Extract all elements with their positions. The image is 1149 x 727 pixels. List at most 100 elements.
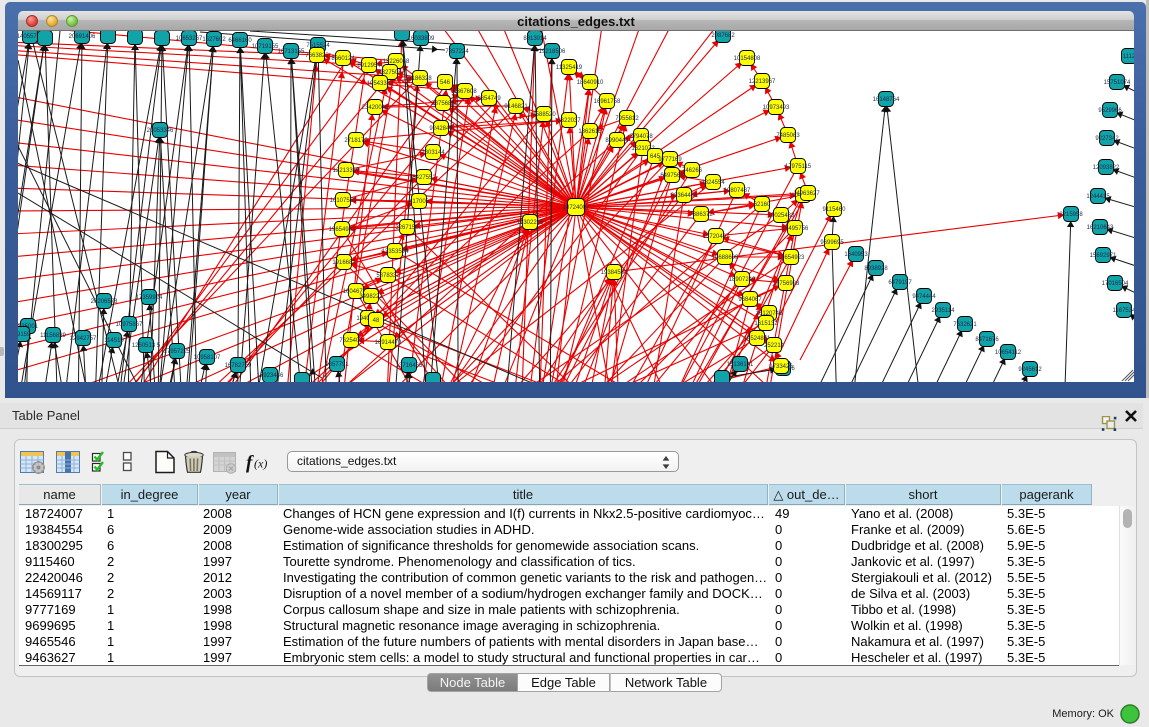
svg-text:8186328: 8186328	[408, 76, 432, 82]
svg-text:39159: 39159	[18, 332, 31, 338]
svg-text:10973493: 10973493	[763, 105, 790, 111]
svg-text:9474444: 9474444	[912, 294, 936, 300]
svg-text:2803144: 2803144	[421, 150, 445, 156]
svg-text:7955812: 7955812	[615, 116, 639, 122]
svg-text:11156829: 11156829	[40, 333, 66, 339]
svg-text:9777169: 9777169	[658, 157, 682, 163]
svg-text:3498222: 3498222	[359, 294, 383, 300]
svg-text:10807487: 10807487	[724, 188, 751, 194]
svg-text:10975867: 10975867	[116, 322, 143, 328]
svg-text:1167534: 1167534	[1113, 308, 1134, 314]
svg-text:9245612: 9245612	[1018, 367, 1042, 373]
svg-text:5878332: 5878332	[376, 273, 400, 279]
svg-text:8854749: 8854749	[477, 96, 501, 102]
svg-text:f: f	[246, 453, 254, 474]
svg-text:10688609: 10688609	[712, 255, 739, 261]
svg-text:7632621: 7632621	[953, 322, 977, 328]
svg-text:12942757: 12942757	[70, 336, 97, 342]
svg-text:19495756: 19495756	[782, 226, 809, 232]
svg-text:15720407: 15720407	[703, 234, 730, 240]
svg-text:10543382: 10543382	[367, 81, 394, 87]
svg-text:8215958: 8215958	[1059, 212, 1083, 218]
svg-text:1588520: 1588520	[532, 112, 556, 118]
svg-text:6479197: 6479197	[888, 280, 912, 286]
svg-text:8660124: 8660124	[331, 56, 355, 62]
svg-text:252214: 252214	[764, 343, 785, 349]
svg-text:1527602: 1527602	[202, 37, 226, 43]
svg-text:13353594: 13353594	[382, 249, 409, 255]
svg-text:16713155: 16713155	[278, 49, 305, 55]
svg-text:7857224: 7857224	[445, 49, 469, 55]
svg-text:13654923: 13654923	[778, 255, 805, 261]
svg-text:19218506: 19218506	[539, 49, 566, 55]
svg-text:4963627: 4963627	[796, 191, 820, 197]
svg-text:1362615: 1362615	[578, 129, 602, 135]
svg-text:6794078: 6794078	[629, 134, 653, 140]
svg-text:10653267: 10653267	[176, 36, 203, 42]
svg-text:2718170: 2718170	[344, 138, 368, 144]
svg-text:17975115: 17975115	[785, 164, 812, 170]
svg-text:8938928: 8938928	[864, 266, 888, 272]
svg-text:17957225: 17957225	[164, 349, 191, 355]
svg-text:7386372: 7386372	[689, 212, 713, 218]
svg-text:7625402: 7625402	[339, 338, 363, 344]
svg-text:2367608: 2367608	[453, 89, 477, 95]
svg-text:2935114: 2935114	[932, 308, 956, 314]
svg-text:(x): (x)	[254, 457, 267, 471]
svg-text:10154808: 10154808	[734, 56, 761, 62]
svg-text:1250513 5: 1250513 5	[132, 343, 161, 349]
svg-text:1615132: 1615132	[754, 321, 778, 327]
svg-text:15692971: 15692971	[1090, 253, 1117, 259]
svg-text:1244415: 1244415	[1086, 194, 1110, 200]
svg-text:9242848: 9242848	[429, 126, 453, 132]
svg-text:8471676: 8471676	[975, 337, 999, 343]
svg-text:8912954: 8912954	[357, 63, 381, 69]
svg-text:12093822: 12093822	[1093, 165, 1120, 171]
svg-text:7485063: 7485063	[776, 133, 800, 139]
svg-text:417006: 417006	[409, 199, 430, 205]
svg-text:17016504: 17016504	[1102, 281, 1129, 287]
svg-text:9699695: 9699695	[820, 240, 844, 246]
svg-text:9227342: 9227342	[1095, 136, 1119, 142]
svg-text:546: 546	[440, 80, 451, 86]
svg-text:19654983: 19654983	[329, 227, 356, 233]
svg-text:6497568: 6497568	[660, 173, 684, 179]
svg-text:8322037: 8322037	[557, 118, 581, 124]
svg-text:9115460: 9115460	[823, 207, 847, 213]
svg-text:62160: 62160	[754, 202, 771, 208]
svg-text:8427552: 8427552	[412, 175, 436, 181]
svg-text:16961758: 16961758	[594, 99, 621, 105]
svg-text:1916682: 1916682	[332, 260, 356, 266]
svg-text:16148764: 16148764	[873, 97, 900, 103]
svg-text:20206578: 20206578	[91, 299, 118, 305]
svg-text:10654112: 10654112	[995, 350, 1022, 356]
svg-text:20691406: 20691406	[69, 34, 96, 40]
svg-text:3875685: 3875685	[431, 101, 455, 107]
svg-text:7663822: 7663822	[305, 53, 329, 59]
svg-text:12213967: 12213967	[749, 79, 776, 85]
svg-text:16914479: 16914479	[375, 340, 402, 346]
svg-text:15302295: 15302295	[517, 220, 544, 226]
svg-text:12213369: 12213369	[333, 168, 360, 174]
svg-text:15751074: 15751074	[1104, 80, 1131, 86]
svg-text:18907249: 18907249	[729, 277, 756, 283]
svg-text:20053346: 20053346	[147, 128, 174, 134]
svg-text:19756928: 19756928	[773, 281, 800, 287]
svg-text:23420046: 23420046	[362, 105, 389, 111]
svg-text:9529966: 9529966	[1098, 108, 1122, 114]
svg-text:48: 48	[373, 318, 380, 324]
svg-text:10025433: 10025433	[768, 213, 795, 219]
svg-text:3267150: 3267150	[395, 225, 419, 231]
svg-text:9146821: 9146821	[504, 104, 528, 110]
svg-text:17359924: 17359924	[136, 295, 163, 301]
svg-text:18724007: 18724007	[563, 205, 590, 211]
svg-text:8813014: 8813014	[523, 36, 547, 42]
svg-text:9657791: 9657791	[325, 362, 349, 368]
svg-text:16782759: 16782759	[225, 363, 252, 369]
svg-text:11325419: 11325419	[556, 65, 583, 71]
svg-text:9684067: 9684067	[738, 297, 762, 303]
svg-text:19384554: 19384554	[601, 270, 628, 276]
svg-text:16033809: 16033809	[408, 36, 435, 42]
svg-text:8990444: 8990444	[605, 138, 629, 144]
svg-text:10958107: 10958107	[194, 355, 221, 361]
